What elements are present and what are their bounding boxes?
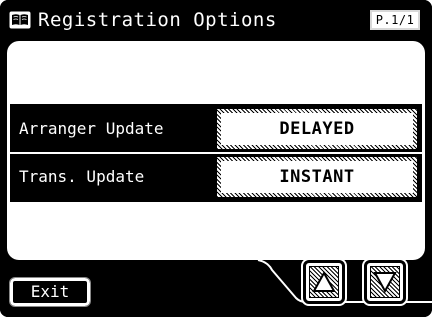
exit-button[interactable]: Exit [9,277,91,307]
arrow-down-icon [373,272,397,294]
settings-table: Arranger Update DELAYED Trans. Update IN… [10,104,422,202]
arrow-up-icon [312,270,336,292]
registration-options-screen: Registration Options P.1/1 Arranger Upda… [0,0,432,317]
bottom-bar: Exit [0,258,432,317]
page-indicator: P.1/1 [370,10,420,30]
page-title: Registration Options [38,9,277,31]
trans-update-button[interactable]: INSTANT [216,156,418,198]
setting-row-arranger-update: Arranger Update DELAYED [10,106,422,152]
scroll-up-button[interactable] [301,258,347,306]
title-bar: Registration Options P.1/1 [0,0,432,40]
arranger-update-label: Arranger Update [19,119,164,138]
trans-update-label: Trans. Update [19,167,145,186]
book-icon [9,11,31,29]
setting-row-trans-update: Trans. Update INSTANT [10,154,422,200]
scroll-down-button[interactable] [362,258,408,306]
arranger-update-button[interactable]: DELAYED [216,108,418,150]
